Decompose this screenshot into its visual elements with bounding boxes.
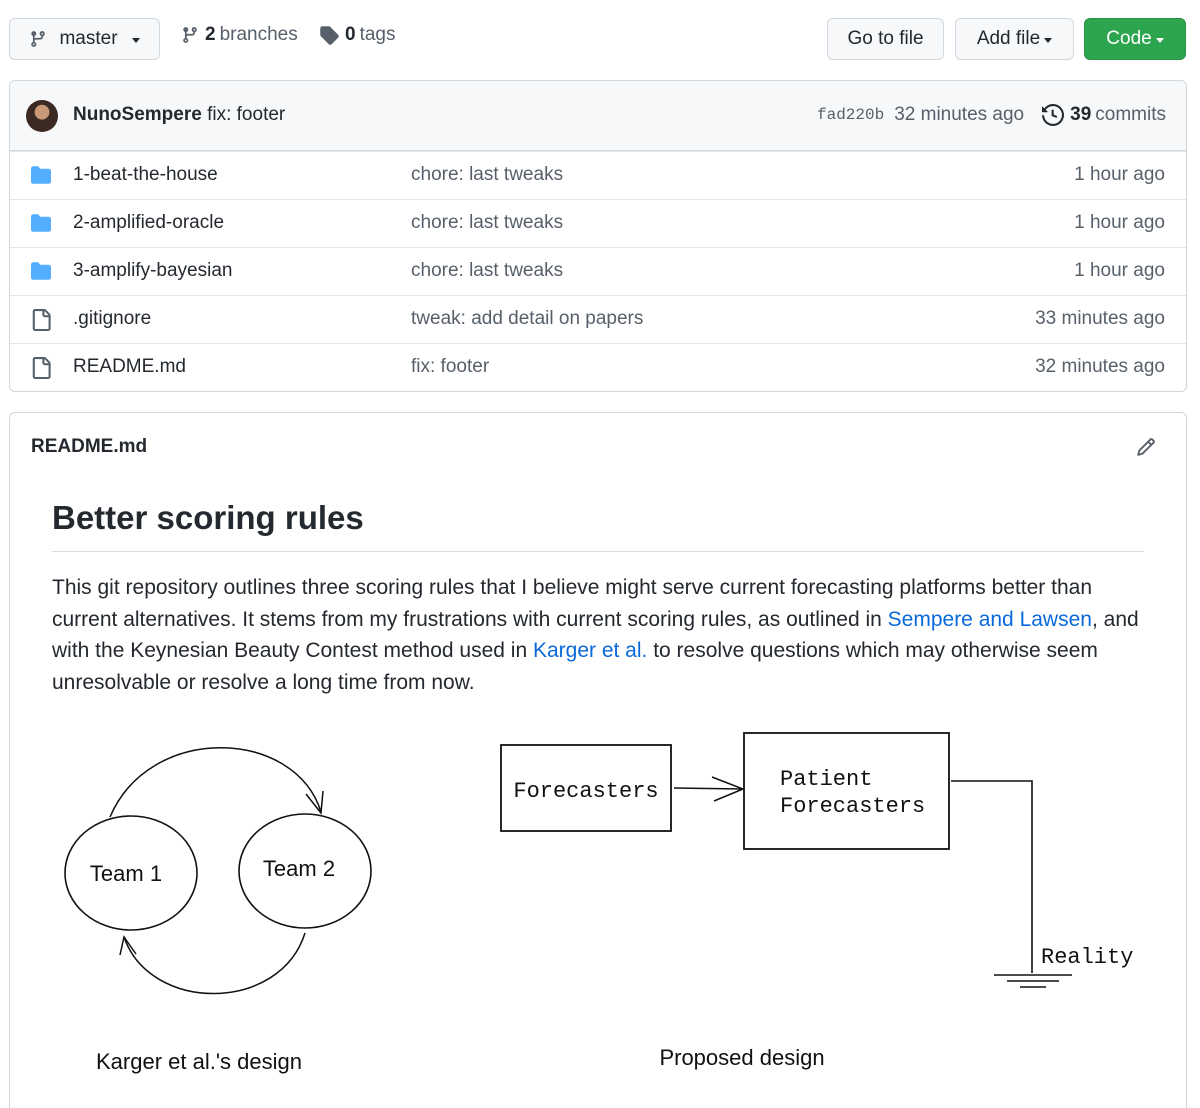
forecasters-arrow bbox=[673, 787, 743, 790]
file-commit-message[interactable]: chore: last tweaks bbox=[411, 164, 563, 186]
latest-commit-bar: NunoSempere fix: footer fad220b 32 minut… bbox=[10, 81, 1186, 151]
tag-icon bbox=[320, 26, 339, 45]
readme-filename: README.md bbox=[31, 436, 148, 457]
branch-name: master bbox=[59, 28, 118, 49]
commit-message-link[interactable]: fix: footer bbox=[207, 104, 285, 125]
branches-link[interactable]: 2 branches bbox=[181, 24, 298, 46]
reality-connector bbox=[951, 780, 1033, 973]
design-diagram: Team 1 Team 2 Karger et al.'s design For… bbox=[64, 732, 1133, 1074]
commit-author-link[interactable]: NunoSempere bbox=[73, 104, 202, 125]
top-arc-arrow bbox=[109, 747, 322, 818]
chevron-down-icon bbox=[131, 37, 140, 43]
file-name-link[interactable]: .gitignore bbox=[73, 308, 151, 330]
file-name-link[interactable]: README.md bbox=[73, 356, 186, 378]
file-name-link[interactable]: 1-beat-the-house bbox=[73, 164, 218, 186]
file-age: 1 hour ago bbox=[1074, 212, 1165, 233]
folder-icon bbox=[31, 166, 51, 184]
file-browser: NunoSempere fix: footer fad220b 32 minut… bbox=[9, 80, 1187, 392]
file-age: 1 hour ago bbox=[1074, 164, 1165, 185]
file-row[interactable]: 1-beat-the-house chore: last tweaks 1 ho… bbox=[10, 151, 1186, 199]
file-commit-message[interactable]: chore: last tweaks bbox=[411, 212, 563, 234]
left-caption: Karger et al.'s design bbox=[96, 1049, 302, 1074]
chevron-down-icon bbox=[1155, 37, 1164, 43]
commit-time: 32 minutes ago bbox=[894, 104, 1025, 125]
code-button[interactable]: Code bbox=[1084, 18, 1186, 60]
file-name-link[interactable]: 3-amplify-bayesian bbox=[73, 260, 232, 282]
folder-icon bbox=[31, 214, 51, 232]
commit-summary: NunoSempere fix: footer bbox=[73, 104, 285, 126]
chevron-down-icon bbox=[1044, 37, 1053, 43]
file-age: 33 minutes ago bbox=[1035, 308, 1165, 329]
branches-count: 2 bbox=[205, 24, 216, 45]
bottom-arc-arrow bbox=[123, 932, 306, 995]
karger-link[interactable]: Karger et al. bbox=[533, 639, 647, 662]
avatar[interactable] bbox=[26, 100, 58, 132]
file-row[interactable]: .gitignore tweak: add detail on papers 3… bbox=[10, 295, 1186, 343]
branch-select-button[interactable]: master bbox=[9, 18, 160, 60]
pencil-icon[interactable] bbox=[1136, 437, 1156, 457]
right-caption: Proposed design bbox=[659, 1045, 824, 1070]
reality-label: Reality bbox=[1041, 945, 1133, 970]
file-age: 32 minutes ago bbox=[1035, 356, 1165, 377]
file-icon bbox=[32, 309, 51, 331]
commit-info: fad220b 32 minutes ago 39 commits bbox=[817, 104, 1166, 126]
team-1-label: Team 1 bbox=[90, 861, 162, 886]
tags-count: 0 bbox=[345, 24, 356, 45]
forecasters-label: Forecasters bbox=[513, 779, 658, 804]
file-icon bbox=[32, 357, 51, 379]
patient-label-line-1: Patient bbox=[780, 767, 872, 792]
patient-label-line-2: Forecasters bbox=[780, 794, 925, 819]
branches-label: branches bbox=[219, 24, 298, 45]
file-row[interactable]: README.md fix: footer 32 minutes ago bbox=[10, 343, 1186, 391]
team-2-label: Team 2 bbox=[263, 856, 335, 881]
commits-link[interactable]: 39 commits bbox=[1042, 104, 1166, 126]
readme-paragraph: This git repository outlines three scori… bbox=[52, 572, 1152, 698]
history-icon bbox=[1042, 104, 1065, 126]
code-label: Code bbox=[1106, 28, 1152, 49]
file-name-link[interactable]: 2-amplified-oracle bbox=[73, 212, 224, 234]
git-branch-icon bbox=[183, 27, 197, 43]
file-age: 1 hour ago bbox=[1074, 260, 1165, 281]
tags-label: tags bbox=[359, 24, 396, 45]
folder-icon bbox=[31, 262, 51, 280]
file-commit-message[interactable]: chore: last tweaks bbox=[411, 260, 563, 282]
file-row[interactable]: 3-amplify-bayesian chore: last tweaks 1 … bbox=[10, 247, 1186, 295]
readme-panel: README.md Better scoring rules This git … bbox=[9, 412, 1187, 1108]
commits-label: commits bbox=[1095, 104, 1166, 125]
commit-sha-link[interactable]: fad220b bbox=[817, 106, 884, 124]
go-to-file-button[interactable]: Go to file bbox=[827, 18, 944, 60]
readme-title: Better scoring rules bbox=[52, 499, 1144, 552]
file-commit-message[interactable]: tweak: add detail on papers bbox=[411, 308, 643, 330]
git-branch-icon bbox=[31, 31, 46, 47]
add-file-button[interactable]: Add file bbox=[955, 18, 1074, 60]
sempere-lawsen-link[interactable]: Sempere and Lawsen bbox=[888, 608, 1092, 631]
tags-link[interactable]: 0 tags bbox=[319, 24, 396, 46]
file-row[interactable]: 2-amplified-oracle chore: last tweaks 1 … bbox=[10, 199, 1186, 247]
add-file-label: Add file bbox=[976, 28, 1041, 49]
file-commit-message[interactable]: fix: footer bbox=[411, 356, 489, 378]
commits-count: 39 bbox=[1070, 104, 1092, 125]
go-to-file-label: Go to file bbox=[847, 28, 924, 49]
